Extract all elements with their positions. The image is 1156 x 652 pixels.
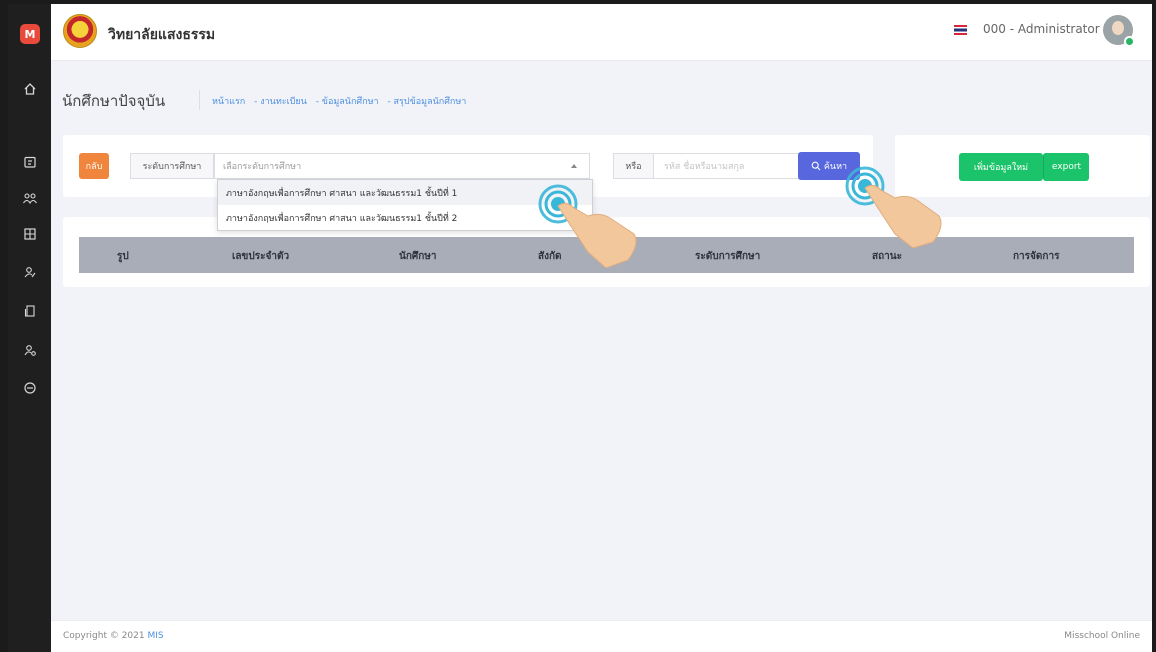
col-student-id[interactable]: เลขประจำตัว <box>232 249 289 264</box>
school-name: วิทยาลัยแสงธรรม <box>108 27 216 43</box>
search-button-label: ค้นหา <box>823 162 848 172</box>
export-button[interactable]: export <box>1043 153 1089 181</box>
col-student-name[interactable]: นักศึกษา <box>399 249 437 264</box>
breadcrumb-student-data[interactable]: - ข้อมูลนักศึกษา <box>316 97 379 107</box>
calendar-icon[interactable] <box>8 152 51 172</box>
school-logo <box>63 14 97 48</box>
footer-brand: Misschool Online <box>1064 631 1140 641</box>
col-status[interactable]: สถานะ <box>872 249 902 264</box>
subheader: นักศึกษาปัจจุบัน หน้าแรก - งานทะเบียน - … <box>51 61 1152 121</box>
search-button[interactable]: ค้นหา <box>798 152 860 180</box>
page-title: นักศึกษาปัจจุบัน <box>62 92 166 110</box>
breadcrumb: หน้าแรก - งานทะเบียน - ข้อมูลนักศึกษา - … <box>212 94 472 108</box>
copyright-brand-link[interactable]: MIS <box>147 631 163 641</box>
actions-panel: เพิ่มข้อมูลใหม่ export <box>895 135 1150 197</box>
breadcrumb-registrar[interactable]: - งานทะเบียน <box>254 97 307 107</box>
level-dropdown: ภาษาอังกฤษเพื่อการศึกษา ศาสนา และวัฒนธรร… <box>217 179 593 231</box>
breadcrumb-student-summary[interactable]: - สรุปข้อมูลนักศึกษา <box>387 97 466 107</box>
people-icon[interactable] <box>8 188 51 208</box>
title-divider <box>199 90 200 110</box>
level-label: ระดับการศึกษา <box>130 153 214 179</box>
book-icon[interactable] <box>8 301 51 321</box>
or-label: หรือ <box>613 153 654 179</box>
back-button[interactable]: กลับ <box>79 153 109 179</box>
home-icon[interactable] <box>8 79 51 99</box>
online-status-icon <box>1124 36 1135 47</box>
copyright-text: Copyright © 2021 <box>63 631 148 641</box>
user-edit-icon[interactable] <box>8 262 51 282</box>
level-select[interactable]: เลือกระดับการศึกษา <box>214 153 590 179</box>
table-header: รูป เลขประจำตัว นักศึกษา สังกัด ระดับการ… <box>79 237 1134 273</box>
logout-icon[interactable] <box>8 378 51 398</box>
add-new-button[interactable]: เพิ่มข้อมูลใหม่ <box>959 153 1043 181</box>
thai-flag-icon[interactable] <box>954 25 967 35</box>
col-actions[interactable]: การจัดการ <box>1013 249 1059 264</box>
col-education-level[interactable]: ระดับการศึกษา <box>695 249 760 264</box>
user-settings-icon[interactable] <box>8 340 51 360</box>
app-window: M วิทยาลัยแสงธรรม 000 - Administrator MI… <box>8 4 1152 652</box>
top-header: วิทยาลัยแสงธรรม 000 - Administrator MIS <box>51 4 1152 61</box>
search-input[interactable]: รหัส ชื่อหรือนามสกุล <box>654 153 800 179</box>
col-affiliation[interactable]: สังกัด <box>538 249 562 264</box>
dropdown-option[interactable]: ภาษาอังกฤษเพื่อการศึกษา ศาสนา และวัฒนธรร… <box>218 180 592 205</box>
grid-icon[interactable] <box>8 224 51 244</box>
dropdown-option[interactable]: ภาษาอังกฤษเพื่อการศึกษา ศาสนา และวัฒนธรร… <box>218 205 592 230</box>
search-icon <box>811 161 821 171</box>
footer: Copyright © 2021 MIS Misschool Online <box>51 620 1152 652</box>
breadcrumb-home[interactable]: หน้าแรก <box>212 97 245 107</box>
copyright: Copyright © 2021 MIS <box>63 631 164 641</box>
caret-up-icon <box>571 164 577 168</box>
level-select-value: เลือกระดับการศึกษา <box>223 162 302 172</box>
col-photo[interactable]: รูป <box>117 249 129 264</box>
app-logo[interactable]: M <box>20 24 40 44</box>
sidebar: M <box>8 4 51 652</box>
